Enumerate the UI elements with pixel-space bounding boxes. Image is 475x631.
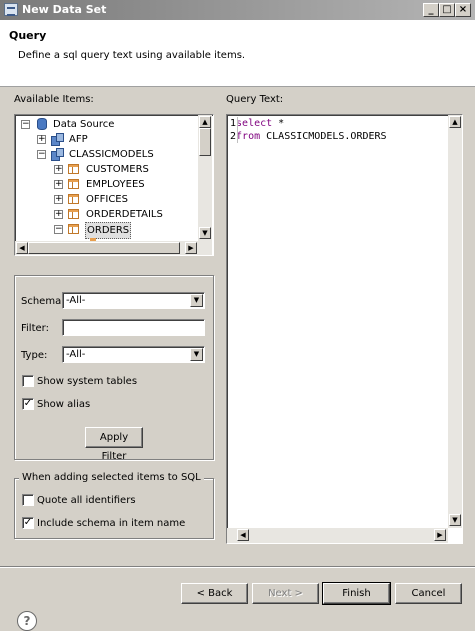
type-select[interactable]: -All- ▼ bbox=[62, 346, 205, 363]
show-system-tables-checkbox[interactable] bbox=[22, 375, 34, 387]
query-editor[interactable]: 1select * 2from CLASSICMODELS.ORDERS ▲ ▼… bbox=[226, 114, 463, 544]
close-icon[interactable]: × bbox=[455, 3, 471, 17]
code-line-1: 1select * bbox=[230, 117, 284, 130]
gutter-divider bbox=[237, 117, 238, 143]
sql-text: * bbox=[272, 118, 285, 129]
tree-item-label: Data Source bbox=[53, 119, 115, 130]
collapse-icon[interactable]: − bbox=[54, 225, 63, 234]
tree-vertical-scrollbar[interactable]: ▲ ▼ bbox=[198, 115, 212, 241]
tree-item-label: EMPLOYEES bbox=[86, 179, 145, 190]
sql-text: CLASSICMODELS.ORDERS bbox=[260, 131, 387, 142]
expand-icon[interactable]: + bbox=[54, 165, 63, 174]
table-icon bbox=[68, 209, 79, 219]
tree-item-label: CUSTOMERS bbox=[86, 164, 149, 175]
type-value: -All- bbox=[66, 349, 86, 360]
expand-icon[interactable]: + bbox=[54, 210, 63, 219]
back-button[interactable]: < Back bbox=[181, 583, 248, 604]
chevron-down-icon[interactable]: ▼ bbox=[190, 294, 203, 307]
schema-icon bbox=[51, 133, 64, 146]
sql-options-group bbox=[14, 478, 214, 539]
page-title: Query bbox=[9, 29, 47, 42]
help-icon[interactable]: ? bbox=[17, 611, 37, 631]
collapse-icon[interactable]: − bbox=[37, 150, 46, 159]
editor-vertical-scrollbar[interactable]: ▲ ▼ bbox=[448, 115, 462, 528]
quote-identifiers-label: Quote all identifiers bbox=[37, 495, 136, 506]
cancel-button[interactable]: Cancel bbox=[395, 583, 462, 604]
tree-horizontal-scrollbar[interactable]: ◀ ▶ bbox=[15, 241, 212, 255]
tree-item-label: OFFICES bbox=[86, 194, 128, 205]
footer-separator bbox=[0, 567, 475, 568]
database-icon bbox=[37, 118, 47, 130]
scroll-up-icon[interactable]: ▲ bbox=[449, 116, 461, 128]
window-title: New Data Set bbox=[22, 3, 107, 16]
query-text-label: Query Text: bbox=[226, 94, 284, 105]
scroll-thumb[interactable] bbox=[199, 128, 211, 156]
tree-item-label: CLASSICMODELS bbox=[69, 149, 154, 160]
scroll-down-icon[interactable]: ▼ bbox=[199, 227, 211, 239]
next-button[interactable]: Next > bbox=[252, 583, 319, 604]
scroll-right-icon[interactable]: ▶ bbox=[185, 242, 197, 254]
tree-item-label: ORDERS bbox=[85, 222, 132, 239]
scroll-thumb[interactable] bbox=[28, 242, 180, 254]
expand-icon[interactable]: + bbox=[37, 135, 46, 144]
minimize-icon[interactable]: _ bbox=[423, 3, 439, 17]
schema-icon bbox=[51, 148, 64, 161]
filter-input[interactable] bbox=[62, 319, 205, 336]
available-items-label: Available Items: bbox=[14, 94, 94, 105]
finish-button[interactable]: Finish bbox=[322, 582, 391, 605]
sql-options-legend: When adding selected items to SQL bbox=[19, 472, 204, 483]
scroll-left-icon[interactable]: ◀ bbox=[237, 529, 249, 541]
scroll-up-icon[interactable]: ▲ bbox=[199, 116, 211, 128]
scroll-right-icon[interactable]: ▶ bbox=[434, 529, 446, 541]
show-alias-checkbox[interactable]: ✓ bbox=[22, 398, 34, 410]
sql-keyword: from bbox=[236, 131, 261, 142]
tree-item-label: AFP bbox=[69, 134, 88, 145]
scroll-left-icon[interactable]: ◀ bbox=[16, 242, 28, 254]
sql-keyword: select bbox=[236, 118, 273, 129]
include-schema-label: Include schema in item name bbox=[37, 518, 186, 529]
filter-label: Filter: bbox=[21, 323, 49, 334]
table-icon bbox=[68, 164, 79, 174]
schema-value: -All- bbox=[66, 295, 86, 306]
table-icon bbox=[68, 194, 79, 204]
available-items-tree[interactable]: − Data Source + AFP − CLASSICMODELS + CU… bbox=[14, 114, 214, 256]
scroll-down-icon[interactable]: ▼ bbox=[449, 514, 461, 526]
tree-item-label: ORDERDETAILS bbox=[86, 209, 163, 220]
apply-filter-button[interactable]: Apply Filter bbox=[85, 427, 143, 462]
page-description: Define a sql query text using available … bbox=[18, 50, 246, 61]
editor-horizontal-scrollbar[interactable]: ◀ ▶ bbox=[227, 528, 448, 543]
expand-icon[interactable]: + bbox=[54, 180, 63, 189]
type-label: Type: bbox=[21, 350, 48, 361]
collapse-icon[interactable]: − bbox=[21, 120, 30, 129]
chevron-down-icon[interactable]: ▼ bbox=[190, 348, 203, 361]
code-line-2: 2from CLASSICMODELS.ORDERS bbox=[230, 130, 387, 143]
maximize-icon[interactable]: □ bbox=[439, 3, 455, 17]
table-icon bbox=[68, 224, 79, 234]
dataset-icon bbox=[4, 3, 18, 16]
show-system-tables-label: Show system tables bbox=[37, 376, 138, 387]
table-icon bbox=[68, 179, 79, 189]
include-schema-checkbox[interactable]: ✓ bbox=[22, 517, 34, 529]
show-alias-label: Show alias bbox=[37, 399, 91, 410]
quote-identifiers-checkbox[interactable] bbox=[22, 494, 34, 506]
window-titlebar: New Data Set bbox=[0, 0, 475, 20]
schema-select[interactable]: -All- ▼ bbox=[62, 292, 205, 309]
expand-icon[interactable]: + bbox=[54, 195, 63, 204]
schema-label: Schema: bbox=[21, 296, 65, 307]
